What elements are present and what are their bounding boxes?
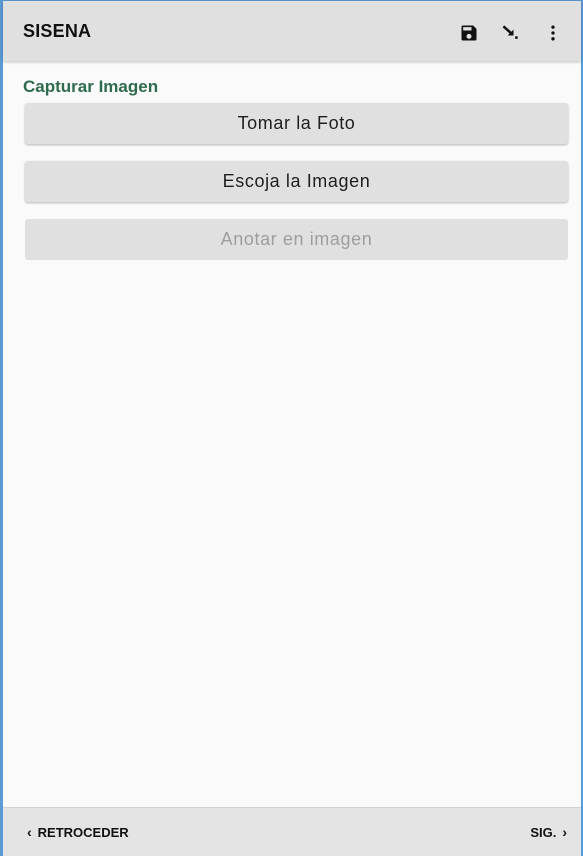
chevron-right-icon: › <box>562 824 567 840</box>
back-button[interactable]: ‹ RETROCEDER <box>27 808 129 856</box>
take-photo-button[interactable]: Tomar la Foto <box>25 103 568 144</box>
go-to-icon <box>502 25 518 39</box>
next-button[interactable]: SIG. › <box>530 808 567 856</box>
next-button-label: SIG. <box>530 824 557 840</box>
app-window: SISENA Capturar Imagen Tomar la Foto Esc… <box>0 0 583 856</box>
overflow-menu-button[interactable] <box>539 19 567 47</box>
save-icon <box>461 25 477 41</box>
save-button[interactable] <box>455 19 483 47</box>
content-area: Capturar Imagen Tomar la Foto Escoja la … <box>3 61 581 808</box>
app-bar-actions <box>441 19 567 47</box>
back-button-label: RETROCEDER <box>37 824 129 840</box>
section-title: Capturar Imagen <box>23 77 159 96</box>
chevron-left-icon: ‹ <box>27 824 32 840</box>
go-to-button[interactable] <box>497 19 525 47</box>
app-title: SISENA <box>23 21 92 41</box>
choose-image-button[interactable]: Escoja la Imagen <box>25 161 568 202</box>
more-vert-icon <box>551 25 555 41</box>
app-bar: SISENA <box>3 1 581 61</box>
annotate-image-button[interactable]: Anotar en imagen <box>25 219 568 260</box>
bottom-nav-bar: ‹ RETROCEDER SIG. › <box>3 807 581 856</box>
